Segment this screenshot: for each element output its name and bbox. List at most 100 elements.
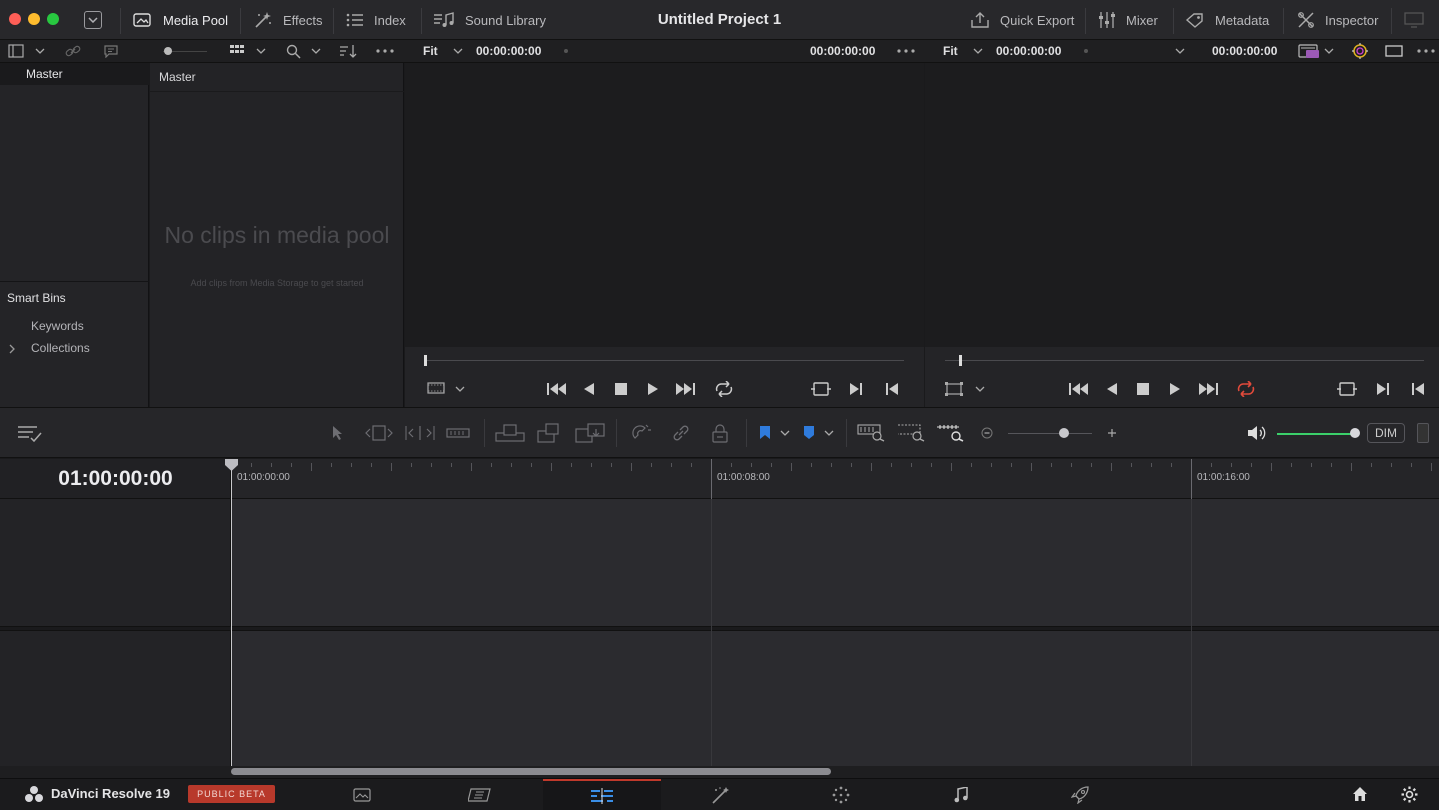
- more-options-icon[interactable]: [1417, 49, 1435, 53]
- viewer-layout-icon[interactable]: [1385, 45, 1403, 57]
- minimize-window-button[interactable]: [28, 13, 40, 25]
- custom-zoom-icon[interactable]: [936, 424, 964, 442]
- source-zoom-select[interactable]: Fit: [423, 40, 438, 63]
- quick-export-button[interactable]: Quick Export: [970, 0, 1074, 40]
- color-wheel-icon[interactable]: [1351, 42, 1369, 60]
- audio-track-area[interactable]: [231, 631, 1439, 766]
- dim-button[interactable]: DIM: [1367, 423, 1405, 443]
- page-media-button[interactable]: [303, 779, 421, 810]
- chevron-down-icon[interactable]: [453, 48, 463, 54]
- maximize-window-button[interactable]: [47, 13, 59, 25]
- marker-icon[interactable]: [803, 425, 815, 441]
- timeline-timecode[interactable]: 01:00:00:00: [0, 459, 231, 499]
- play-reverse-icon[interactable]: [1107, 383, 1117, 395]
- timeline-zoom-select[interactable]: Fit: [943, 40, 958, 63]
- go-to-end-icon[interactable]: [675, 382, 695, 396]
- bin-master[interactable]: Master: [0, 63, 149, 85]
- effects-button[interactable]: Effects: [253, 0, 323, 40]
- snapping-icon[interactable]: [632, 424, 652, 442]
- chevron-down-icon[interactable]: [975, 386, 985, 392]
- sort-icon[interactable]: [339, 44, 357, 59]
- video-track-area[interactable]: [231, 499, 1439, 626]
- source-playhead[interactable]: [424, 355, 427, 366]
- match-frame-icon[interactable]: [1336, 382, 1358, 396]
- search-icon[interactable]: [286, 44, 301, 59]
- page-color-button[interactable]: [782, 779, 900, 810]
- chevron-down-icon[interactable]: [256, 48, 266, 54]
- proxy-icon[interactable]: [1298, 43, 1320, 59]
- chevron-down-icon[interactable]: [455, 386, 465, 392]
- workspace-menu-icon[interactable]: [84, 11, 102, 29]
- chevron-down-icon[interactable]: [311, 48, 321, 54]
- chevron-down-icon[interactable]: [1324, 48, 1334, 54]
- go-to-end-icon[interactable]: [1198, 382, 1218, 396]
- go-to-start-icon[interactable]: [1069, 382, 1089, 396]
- stop-icon[interactable]: [1137, 383, 1149, 395]
- insert-clip-icon[interactable]: [495, 424, 525, 442]
- zoom-in-icon[interactable]: [1106, 427, 1118, 439]
- timeline-ruler[interactable]: 01:00:00:00 01:00:08:00 01:00:16:00: [231, 459, 1439, 499]
- timeline-options-icon[interactable]: [17, 425, 43, 443]
- home-icon[interactable]: [1352, 786, 1368, 802]
- settings-gear-icon[interactable]: [1401, 786, 1418, 803]
- chevron-right-icon[interactable]: [9, 344, 15, 354]
- loop-icon[interactable]: [1235, 381, 1257, 397]
- selection-tool-icon[interactable]: [332, 425, 344, 441]
- full-screen-viewer-icon[interactable]: [1404, 12, 1424, 28]
- zoom-slider-handle[interactable]: [1059, 428, 1069, 438]
- full-extent-zoom-icon[interactable]: [857, 424, 885, 442]
- overwrite-clip-icon[interactable]: [537, 423, 563, 443]
- chevron-down-icon[interactable]: [35, 48, 45, 54]
- metadata-button[interactable]: Metadata: [1185, 0, 1269, 40]
- more-options-icon[interactable]: [897, 49, 915, 53]
- chevron-down-icon[interactable]: [824, 430, 834, 436]
- stop-icon[interactable]: [615, 383, 627, 395]
- clip-view-icon[interactable]: [427, 382, 445, 394]
- play-icon[interactable]: [1170, 383, 1180, 395]
- sound-library-button[interactable]: Sound Library: [433, 0, 546, 40]
- page-fusion-button[interactable]: [661, 779, 779, 810]
- thumbnail-size-handle[interactable]: [164, 47, 172, 55]
- volume-slider-handle[interactable]: [1350, 428, 1360, 438]
- position-lock-icon[interactable]: [711, 423, 729, 443]
- timeline-viewer-canvas[interactable]: [925, 63, 1439, 347]
- detail-zoom-icon[interactable]: [897, 424, 925, 442]
- timeline-scrollbar[interactable]: [231, 768, 831, 775]
- play-icon[interactable]: [648, 383, 658, 395]
- inspector-button[interactable]: Inspector: [1297, 0, 1378, 40]
- transform-icon[interactable]: [945, 382, 963, 396]
- chevron-down-icon[interactable]: [973, 48, 983, 54]
- chevron-down-icon[interactable]: [1175, 48, 1185, 54]
- replace-clip-icon[interactable]: [575, 423, 605, 443]
- video-audio-divider[interactable]: [0, 626, 231, 631]
- page-fairlight-button[interactable]: [902, 779, 1020, 810]
- smart-bin-collections[interactable]: Collections: [31, 341, 90, 355]
- source-scrubber-track[interactable]: [425, 360, 904, 361]
- page-cut-button[interactable]: [421, 779, 539, 810]
- blade-tool-icon[interactable]: [446, 426, 470, 440]
- match-frame-icon[interactable]: [810, 382, 832, 396]
- trim-tool-icon[interactable]: [364, 425, 394, 441]
- chevron-down-icon[interactable]: [780, 430, 790, 436]
- next-edit-icon[interactable]: [1376, 382, 1390, 396]
- page-deliver-button[interactable]: [1021, 779, 1139, 810]
- more-options-icon[interactable]: [376, 49, 394, 53]
- audio-meter-toggle[interactable]: [1417, 423, 1429, 443]
- media-pool-button[interactable]: Media Pool: [133, 0, 228, 40]
- grid-view-icon[interactable]: [230, 44, 244, 58]
- next-edit-icon[interactable]: [849, 382, 863, 396]
- timeline-tracks[interactable]: [231, 499, 1439, 766]
- sidebar-toggle-icon[interactable]: [8, 44, 24, 58]
- go-to-start-icon[interactable]: [547, 382, 567, 396]
- zoom-slider-track[interactable]: [1008, 433, 1092, 434]
- index-button[interactable]: Index: [346, 0, 406, 40]
- close-window-button[interactable]: [9, 13, 21, 25]
- previous-edit-icon[interactable]: [885, 382, 899, 396]
- timeline-scrubber-track[interactable]: [945, 360, 1424, 361]
- dynamic-trim-icon[interactable]: [405, 425, 435, 441]
- smart-bin-keywords[interactable]: Keywords: [31, 319, 84, 333]
- caption-icon[interactable]: [103, 44, 119, 58]
- zoom-out-icon[interactable]: [981, 427, 993, 439]
- source-viewer-canvas[interactable]: [405, 63, 924, 347]
- timeline-playhead[interactable]: [959, 355, 962, 366]
